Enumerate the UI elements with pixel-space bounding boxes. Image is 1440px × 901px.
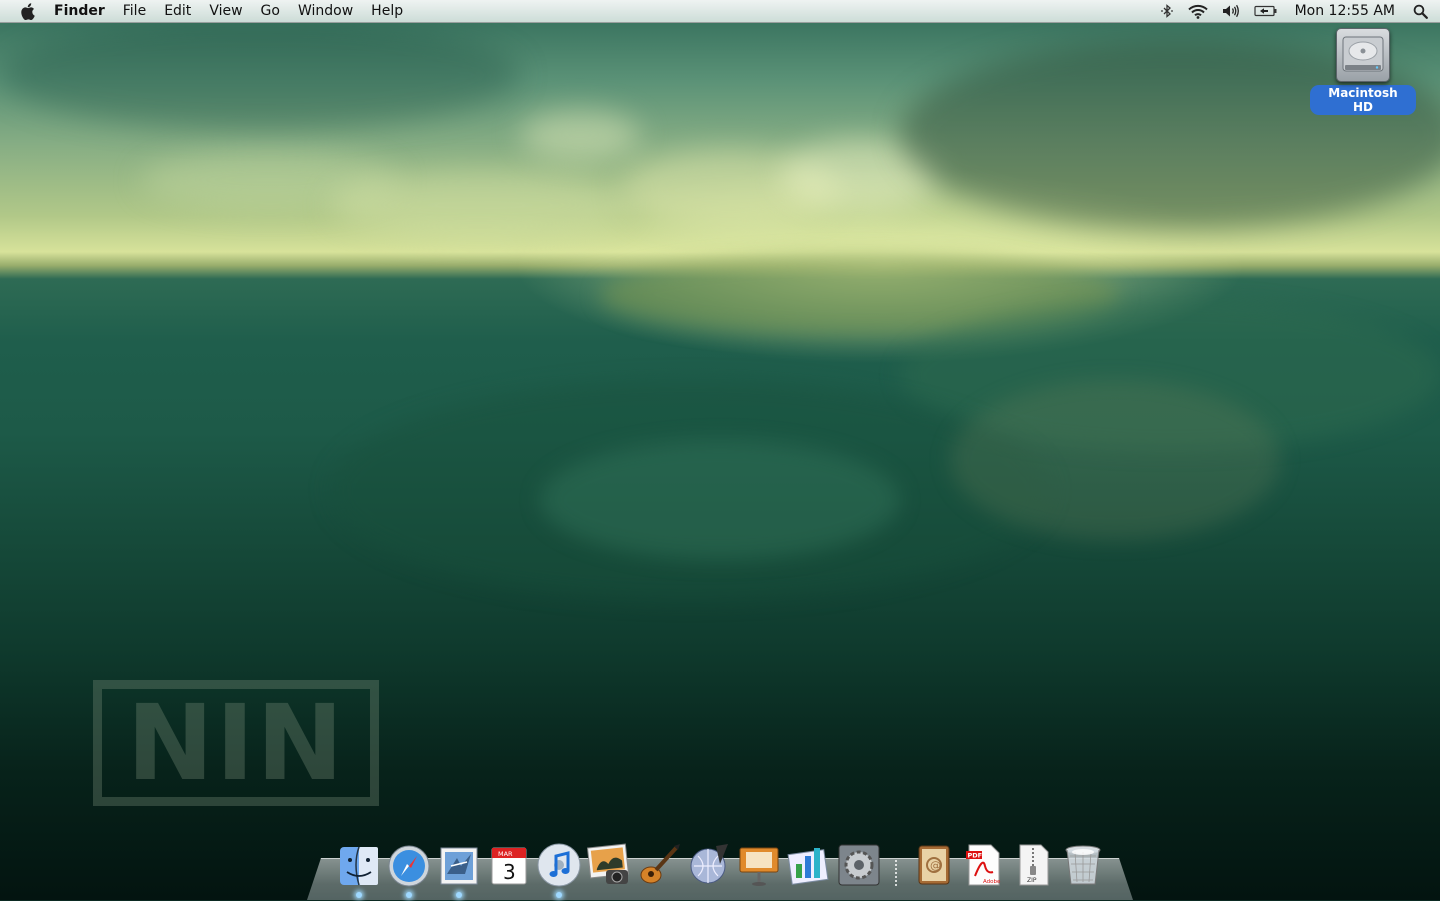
battery-icon[interactable] bbox=[1247, 0, 1285, 22]
safari-icon bbox=[388, 845, 430, 887]
svg-text:Adobe: Adobe bbox=[983, 879, 1001, 885]
dock-iweb[interactable] bbox=[684, 836, 734, 888]
svg-text:@: @ bbox=[930, 859, 941, 872]
dock-separator[interactable] bbox=[884, 840, 908, 888]
ical-icon: MAR 3 bbox=[491, 847, 527, 885]
svg-text:ZIP: ZIP bbox=[1027, 877, 1037, 884]
menu-go[interactable]: Go bbox=[252, 0, 289, 22]
numbers-icon bbox=[787, 848, 829, 885]
dock-finder[interactable] bbox=[334, 836, 384, 898]
menu-file[interactable]: File bbox=[114, 0, 155, 22]
dock-numbers[interactable] bbox=[784, 836, 834, 888]
dock-keynote[interactable] bbox=[734, 836, 784, 888]
bluetooth-icon[interactable] bbox=[1153, 0, 1181, 22]
menu-finder[interactable]: Finder bbox=[52, 0, 114, 22]
menu-bar: Finder File Edit View Go Window Help Mon… bbox=[0, 0, 1440, 23]
dock-address-book[interactable]: @ bbox=[908, 836, 958, 888]
address-book-icon: @ bbox=[918, 845, 950, 885]
apple-icon[interactable] bbox=[18, 2, 36, 20]
menubar-clock[interactable]: Mon 12:55 AM bbox=[1285, 0, 1405, 22]
volume-icon[interactable] bbox=[1215, 0, 1247, 22]
dock-ical[interactable]: MAR 3 bbox=[484, 836, 534, 888]
running-indicator bbox=[406, 892, 412, 898]
menu-view[interactable]: View bbox=[200, 0, 251, 22]
hard-drive-icon bbox=[1336, 28, 1390, 82]
mail-icon bbox=[440, 847, 478, 885]
keynote-icon bbox=[739, 847, 779, 886]
dock-mail[interactable] bbox=[434, 836, 484, 898]
running-indicator bbox=[556, 892, 562, 898]
dock-garageband[interactable] bbox=[634, 836, 684, 888]
menu-extras: Mon 12:55 AM bbox=[1153, 0, 1440, 22]
svg-text:PDF: PDF bbox=[968, 852, 983, 860]
desktop-icon-macintosh-hd[interactable]: Macintosh HD bbox=[1310, 28, 1416, 115]
wifi-icon[interactable] bbox=[1181, 0, 1215, 22]
svg-text:3: 3 bbox=[503, 860, 516, 884]
dock-system-preferences[interactable] bbox=[834, 836, 884, 888]
menu-edit[interactable]: Edit bbox=[155, 0, 200, 22]
zip-archive-icon: ZIP bbox=[1019, 844, 1049, 886]
iweb-icon bbox=[690, 844, 728, 884]
dock-zip-archive[interactable]: ZIP bbox=[1008, 836, 1058, 888]
dock-iphoto[interactable] bbox=[584, 836, 634, 888]
desktop-wallpaper: NIN bbox=[0, 0, 1440, 900]
system-preferences-icon bbox=[838, 844, 880, 886]
spotlight-icon[interactable] bbox=[1405, 0, 1440, 22]
pdf-document-icon: PDF Adobe bbox=[966, 844, 1001, 886]
itunes-icon bbox=[537, 843, 581, 887]
trash-icon bbox=[1065, 845, 1101, 885]
desktop-icon-label: Macintosh HD bbox=[1310, 85, 1416, 115]
dock-pdf-document[interactable]: PDF Adobe bbox=[958, 836, 1008, 888]
running-indicator bbox=[456, 892, 462, 898]
svg-text:MAR: MAR bbox=[498, 850, 513, 858]
dock-safari[interactable] bbox=[384, 836, 434, 898]
menu-window[interactable]: Window bbox=[289, 0, 362, 22]
finder-icon bbox=[340, 846, 378, 886]
menu-help[interactable]: Help bbox=[362, 0, 412, 22]
iphoto-icon bbox=[586, 843, 630, 884]
dock: MAR 3 @ PDF Adobe ZIP bbox=[334, 834, 1108, 898]
garageband-icon bbox=[640, 844, 680, 884]
dock-itunes[interactable] bbox=[534, 836, 584, 898]
dock-trash[interactable] bbox=[1058, 836, 1108, 888]
running-indicator bbox=[356, 892, 362, 898]
nin-logo: NIN bbox=[93, 680, 379, 806]
